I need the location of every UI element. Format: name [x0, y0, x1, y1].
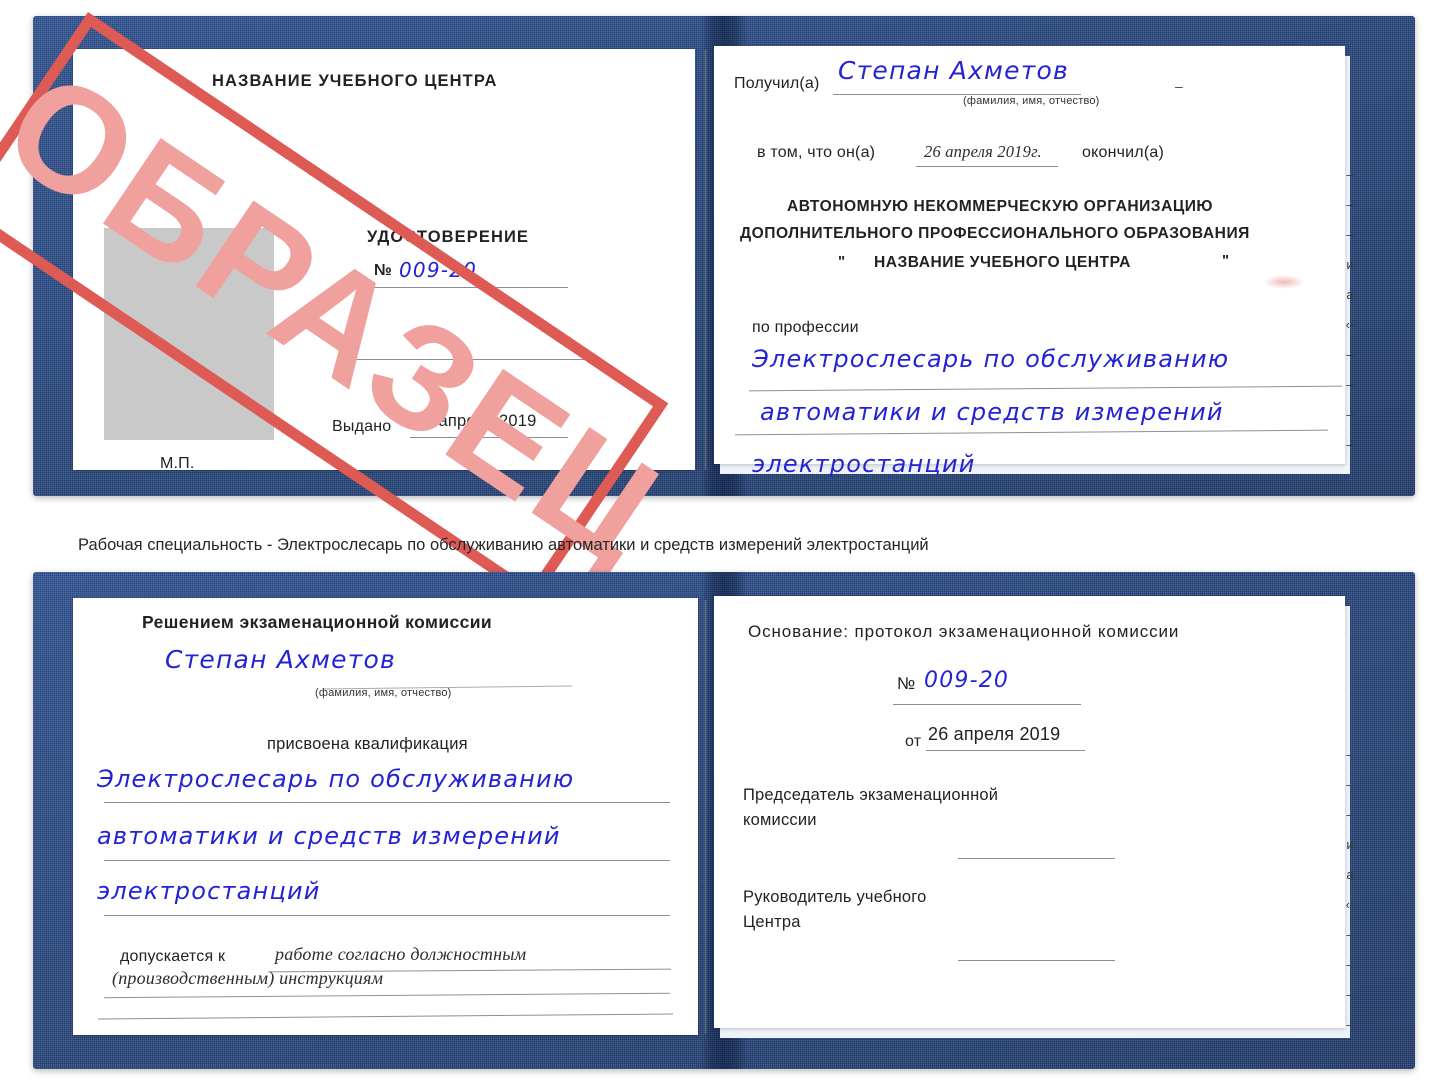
graduate-name: Степан Ахметов — [165, 645, 396, 674]
edge-glyph: – — [1346, 777, 1354, 792]
in-that-label: в том, что он(а) — [757, 144, 876, 161]
issued-rule — [410, 437, 568, 438]
top-center-fold — [704, 50, 707, 470]
profession-label: по профессии — [752, 319, 859, 336]
edge-glyph: – — [1346, 747, 1354, 762]
protocol-number-rule — [893, 704, 1081, 705]
received-hint: (фамилия, имя, отчество) — [963, 95, 1100, 107]
qualification-rule-2 — [104, 860, 670, 861]
protocol-date-value: 26 апреля 2019 — [928, 724, 1061, 744]
head-line-1: Руководитель учебного — [743, 888, 927, 906]
completion-date-rule — [916, 166, 1058, 167]
edge-glyph: – — [1346, 987, 1354, 1002]
edge-glyph: – — [1346, 927, 1354, 942]
organization-quote-open: " — [838, 253, 846, 270]
graduate-name-hint: (фамилия, имя, отчество) — [315, 687, 452, 699]
top-right-edge-glyphs: – – – и а ‹- – – – – — [1336, 160, 1364, 460]
qualification-line-1: Электрослесарь по обслуживанию — [97, 765, 575, 793]
qualification-line-3: электростанций — [97, 877, 321, 905]
issued-value: 26 апреля 2019 — [415, 412, 537, 430]
edge-glyph: и — [1346, 837, 1354, 852]
caption: Рабочая специальность - Электрослесарь п… — [78, 536, 929, 554]
chairman-signature-rule — [958, 858, 1115, 859]
edge-glyph: – — [1346, 807, 1354, 822]
admitted-line-1: работе согласно должностным — [275, 944, 527, 964]
certificate-number-label: № — [374, 262, 393, 279]
qualification-label: присвоена квалификация — [267, 735, 468, 753]
admitted-label: допускается к — [120, 948, 226, 965]
head-signature-rule — [958, 960, 1115, 961]
qualification-rule-3 — [104, 915, 670, 916]
edge-glyph: – — [1346, 167, 1354, 182]
bottom-center-fold — [704, 600, 707, 1034]
photo-placeholder — [104, 228, 274, 440]
qualification-rule-1 — [104, 802, 670, 803]
edge-glyph: а — [1346, 287, 1354, 302]
edge-glyph: и — [1346, 257, 1354, 272]
edge-glyph: – — [1346, 227, 1354, 242]
edge-glyph: – — [1346, 197, 1354, 212]
profession-line-1: Электрослесарь по обслуживанию — [752, 345, 1230, 373]
edge-glyph: – — [1346, 437, 1354, 452]
profession-line-2: автоматики и средств измерений — [760, 398, 1224, 426]
chairman-line-1: Председатель экзаменационной — [743, 786, 999, 804]
qualification-line-2: автоматики и средств измерений — [97, 822, 561, 850]
certificate-blank-rule — [344, 359, 588, 360]
organization-line-1: АВТОНОМНУЮ НЕКОММЕРЧЕСКУЮ ОРГАНИЗАЦИЮ — [787, 198, 1214, 215]
received-value: Степан Ахметов — [838, 56, 1069, 85]
organization-line-2: ДОПОЛНИТЕЛЬНОГО ПРОФЕССИОНАЛЬНОГО ОБРАЗО… — [740, 225, 1250, 242]
certificate-number-value: 009-20 — [399, 258, 478, 282]
head-line-2: Центра — [743, 913, 801, 931]
organization-line-3: НАЗВАНИЕ УЧЕБНОГО ЦЕНТРА — [874, 254, 1131, 271]
completion-date: 26 апреля 2019г. — [924, 142, 1042, 161]
protocol-date-rule — [926, 750, 1085, 751]
protocol-date-label: от — [905, 733, 922, 750]
issued-label: Выдано — [332, 418, 392, 435]
admitted-line-2: (производственным) инструкциям — [112, 968, 384, 988]
certificate-title: УДОСТОВЕРЕНИЕ — [367, 228, 530, 246]
pink-smudge — [1263, 275, 1305, 289]
edge-glyph: – — [1346, 347, 1354, 362]
edge-glyph: ‹- — [1345, 897, 1355, 912]
organization-quote-close: " — [1222, 252, 1230, 269]
chairman-line-2: комиссии — [743, 811, 817, 829]
training-center-name: НАЗВАНИЕ УЧЕБНОГО ЦЕНТРА — [212, 72, 498, 90]
finished-label: окончил(а) — [1082, 144, 1164, 161]
commission-heading: Решением экзаменационной комиссии — [142, 612, 493, 632]
basis-label: Основание: протокол экзаменационной коми… — [748, 622, 1180, 641]
seal-label: М.П. — [160, 455, 195, 472]
edge-glyph: а — [1346, 867, 1354, 882]
profession-line-3: электростанций — [752, 450, 976, 478]
protocol-number-value: 009-20 — [924, 668, 1010, 693]
received-dash: – — [1175, 78, 1183, 94]
bottom-right-edge-glyphs: – – – и а ‹- – – – – — [1336, 740, 1364, 1040]
protocol-number-label: № — [897, 674, 916, 693]
edge-glyph: – — [1346, 407, 1354, 422]
received-label: Получил(а) — [734, 75, 820, 92]
certificate-number-rule — [370, 287, 568, 288]
edge-glyph: ‹- — [1345, 317, 1355, 332]
edge-glyph: – — [1346, 957, 1354, 972]
edge-glyph: – — [1346, 1017, 1354, 1032]
edge-glyph: – — [1346, 377, 1354, 392]
